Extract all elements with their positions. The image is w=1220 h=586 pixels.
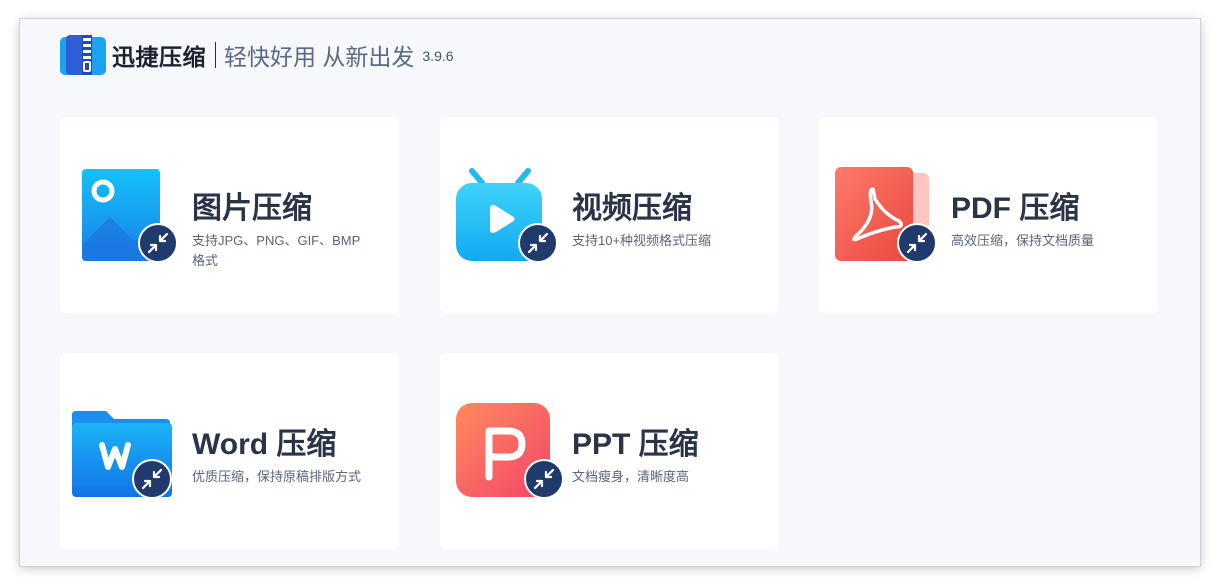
card-title: PPT 压缩 [572, 428, 699, 461]
app-header: 迅捷压缩 轻快好用 从新出发 3.9.6 [60, 34, 454, 76]
image-icon [76, 165, 178, 265]
app-version: 3.9.6 [422, 48, 454, 64]
card-word-compress[interactable]: Word 压缩 优质压缩，保持原稿排版方式 [60, 353, 399, 549]
card-title: Word 压缩 [192, 428, 337, 461]
app-slogan: 轻快好用 从新出发 [224, 44, 415, 70]
card-description: 支持10+种视频格式压缩 [572, 233, 712, 248]
card-title: 图片压缩 [192, 192, 312, 225]
card-ppt-compress[interactable]: PPT 压缩 文档瘦身，清晰度高 [440, 353, 779, 549]
card-title: PDF 压缩 [951, 192, 1080, 225]
app-name: 迅捷压缩 [112, 44, 206, 70]
header-divider [215, 42, 216, 68]
tv-video-icon [456, 165, 558, 265]
card-video-compress[interactable]: 视频压缩 支持10+种视频格式压缩 [440, 117, 779, 313]
card-title: 视频压缩 [572, 192, 692, 225]
word-folder-icon [72, 401, 172, 501]
card-description: 高效压缩，保持文档质量 [951, 233, 1095, 248]
pdf-icon [835, 165, 937, 265]
app-window: 迅捷压缩 轻快好用 从新出发 3.9.6 图片压缩 支持JPG、PNG、GIF、… [20, 19, 1200, 566]
card-image-compress[interactable]: 图片压缩 支持JPG、PNG、GIF、BMP格式 [60, 117, 399, 313]
card-description: 文档瘦身，清晰度高 [572, 469, 690, 484]
compress-arrows-icon [132, 459, 172, 499]
compress-arrows-icon [138, 223, 178, 263]
card-pdf-compress[interactable]: PDF 压缩 高效压缩，保持文档质量 [819, 117, 1158, 313]
compress-arrows-icon [524, 459, 564, 499]
ppt-icon [456, 401, 564, 501]
card-description: 优质压缩，保持原稿排版方式 [192, 469, 362, 484]
compress-arrows-icon [518, 223, 558, 263]
card-description: 支持JPG、PNG、GIF、BMP格式 [192, 233, 361, 268]
zip-logo-icon [60, 35, 106, 75]
compress-arrows-icon [897, 223, 937, 263]
